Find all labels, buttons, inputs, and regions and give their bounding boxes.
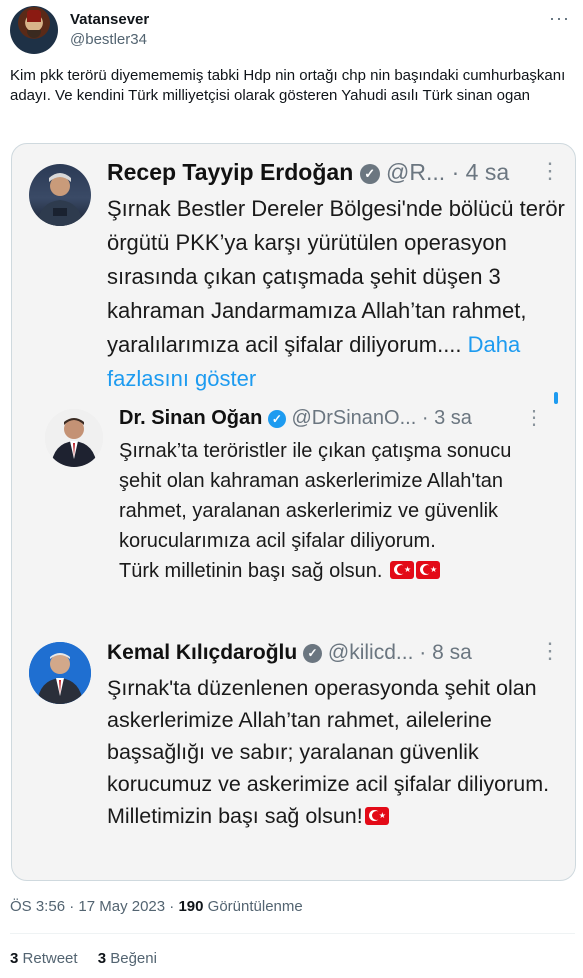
tweet-header: Vatansever @bestler34 ··· xyxy=(10,6,570,56)
erdogan-name: Recep Tayyip Erdoğan xyxy=(107,159,354,185)
tweet-media-image[interactable]: Recep Tayyip Erdoğan ✓ @R... · 4 sa ⋮ Şı… xyxy=(11,143,576,881)
kilicdaroglu-avatar xyxy=(29,642,91,704)
engagement-stats: 3 Retweet 3 Beğeni xyxy=(10,950,173,967)
scroll-indicator xyxy=(554,392,558,404)
erdogan-name-line: Recep Tayyip Erdoğan ✓ @R... · 4 sa xyxy=(107,159,510,185)
kilicdaroglu-name: Kemal Kılıçdaroğlu xyxy=(107,641,298,664)
more-dots-icon[interactable]: ··· xyxy=(549,8,570,29)
tweet-time[interactable]: ÖS 3:56 xyxy=(10,898,65,915)
verified-check-icon: ✓ xyxy=(303,643,323,663)
retweets-label: Retweet xyxy=(22,950,78,967)
views-label: Görüntülenme xyxy=(207,898,303,915)
kilicdaroglu-text: Şırnak'ta düzenlenen operasyonda şehit o… xyxy=(107,676,550,828)
author-handle[interactable]: @bestler34 xyxy=(70,31,147,48)
ogan-name-line: Dr. Sinan Oğan ✓ @DrSinanO... · 3 sa xyxy=(119,407,472,429)
ogan-post-text: Şırnak’ta teröristler ile çıkan çatışma … xyxy=(119,436,559,586)
author-avatar[interactable] xyxy=(10,6,58,54)
divider xyxy=(10,933,575,934)
tweet-timestamp[interactable]: ÖS 3:56 · 17 May 2023 · 190 Görüntülenme xyxy=(10,898,303,915)
erdogan-post-text: Şırnak Bestler Dereler Bölgesi'nde bölüc… xyxy=(107,192,567,396)
turkish-flag-icon: ★ xyxy=(364,807,389,825)
verified-check-icon: ✓ xyxy=(267,409,286,428)
likes-label: Beğeni xyxy=(110,950,157,967)
kilicdaroglu-name-line: Kemal Kılıçdaroğlu ✓ @kilicd... · 8 sa xyxy=(107,641,472,664)
likes-count: 3 xyxy=(97,950,107,967)
ogan-time: 3 sa xyxy=(434,407,472,429)
more-vertical-icon: ⋮ xyxy=(524,407,544,429)
kilicdaroglu-handle: @kilicd... xyxy=(327,641,414,664)
erdogan-time: 4 sa xyxy=(465,159,510,185)
ogan-text: Şırnak’ta teröristler ile çıkan çatışma … xyxy=(119,440,512,552)
ogan-avatar xyxy=(45,409,103,467)
retweets-stat[interactable]: 3 Retweet xyxy=(10,950,78,967)
kilicdaroglu-post-text: Şırnak'ta düzenlenen operasyonda şehit o… xyxy=(107,672,567,832)
likes-stat[interactable]: 3 Beğeni xyxy=(98,950,157,967)
verified-check-icon: ✓ xyxy=(359,163,380,184)
author-display-name[interactable]: Vatansever xyxy=(70,11,149,28)
ogan-name: Dr. Sinan Oğan xyxy=(119,407,263,429)
turkish-flag-icon: ★ xyxy=(416,561,441,579)
turkish-flag-icon: ★ xyxy=(390,561,415,579)
erdogan-handle: @R... xyxy=(386,159,446,185)
views-count: 190 xyxy=(178,898,204,915)
retweets-count: 3 xyxy=(10,950,19,967)
more-vertical-icon: ⋮ xyxy=(539,158,561,183)
tweet-date[interactable]: 17 May 2023 xyxy=(78,898,165,915)
kilicdaroglu-time: 8 sa xyxy=(432,641,472,664)
ogan-text2: Türk milletinin başı sağ olsun. xyxy=(119,560,383,582)
tweet-text: Kim pkk terörü diyemememiş tabki Hdp nin… xyxy=(10,67,566,104)
erdogan-avatar xyxy=(29,164,91,226)
more-vertical-icon: ⋮ xyxy=(539,638,561,663)
ogan-handle: @DrSinanO... xyxy=(291,407,417,429)
ogan-text-line2: Türk milletinin başı sağ olsun. ★ ★ xyxy=(119,556,559,586)
